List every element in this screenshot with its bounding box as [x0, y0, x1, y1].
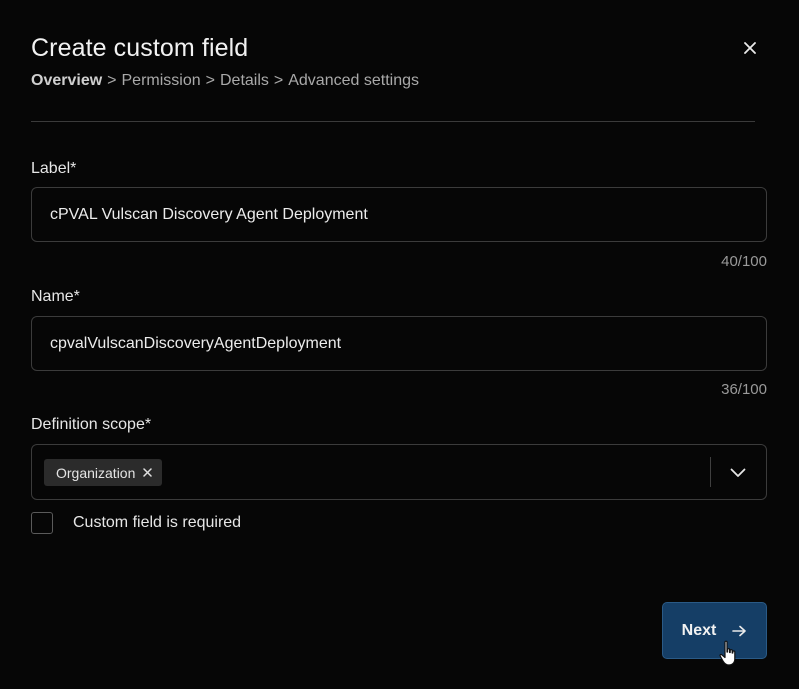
label-field-label: Label*: [31, 160, 77, 177]
create-custom-field-dialog: Create custom field Overview > Permissio…: [0, 0, 799, 689]
definition-scope-label: Definition scope*: [31, 416, 152, 433]
label-field-container: [31, 187, 767, 242]
breadcrumb-item-details[interactable]: Details: [220, 72, 269, 90]
breadcrumb-separator: >: [273, 72, 284, 89]
header-divider: [31, 121, 755, 122]
name-char-counter: 36/100: [721, 381, 767, 398]
required-checkbox[interactable]: [31, 512, 53, 534]
label-input[interactable]: [50, 188, 750, 241]
select-divider: [710, 457, 711, 487]
arrow-right-icon: [732, 625, 747, 637]
name-field-label: Name*: [31, 288, 80, 305]
definition-scope-select[interactable]: Organization: [31, 444, 767, 500]
required-checkbox-label: Custom field is required: [73, 514, 242, 531]
breadcrumb: Overview > Permission > Details > Advanc…: [31, 72, 419, 90]
breadcrumb-item-advanced-settings[interactable]: Advanced settings: [288, 72, 419, 90]
label-char-counter: 40/100: [721, 253, 767, 270]
dropdown-toggle[interactable]: [726, 461, 750, 485]
name-input[interactable]: [50, 317, 750, 370]
chip-remove-button[interactable]: [143, 468, 153, 477]
close-icon: [143, 468, 153, 477]
breadcrumb-item-overview[interactable]: Overview: [31, 72, 102, 90]
breadcrumb-separator: >: [205, 72, 215, 89]
chevron-down-icon: [730, 468, 746, 477]
close-button[interactable]: [738, 36, 762, 60]
next-button-label: Next: [681, 621, 717, 639]
breadcrumb-separator: >: [107, 72, 117, 89]
scope-chip-label: Organization: [56, 464, 136, 481]
breadcrumb-item-permission[interactable]: Permission: [122, 72, 201, 90]
close-icon: [744, 42, 756, 54]
dialog-title: Create custom field: [31, 34, 249, 62]
name-field-container: [31, 316, 767, 371]
next-button[interactable]: Next: [662, 602, 767, 659]
required-checkbox-row[interactable]: Custom field is required: [31, 512, 241, 534]
scope-chip: Organization: [44, 459, 163, 486]
